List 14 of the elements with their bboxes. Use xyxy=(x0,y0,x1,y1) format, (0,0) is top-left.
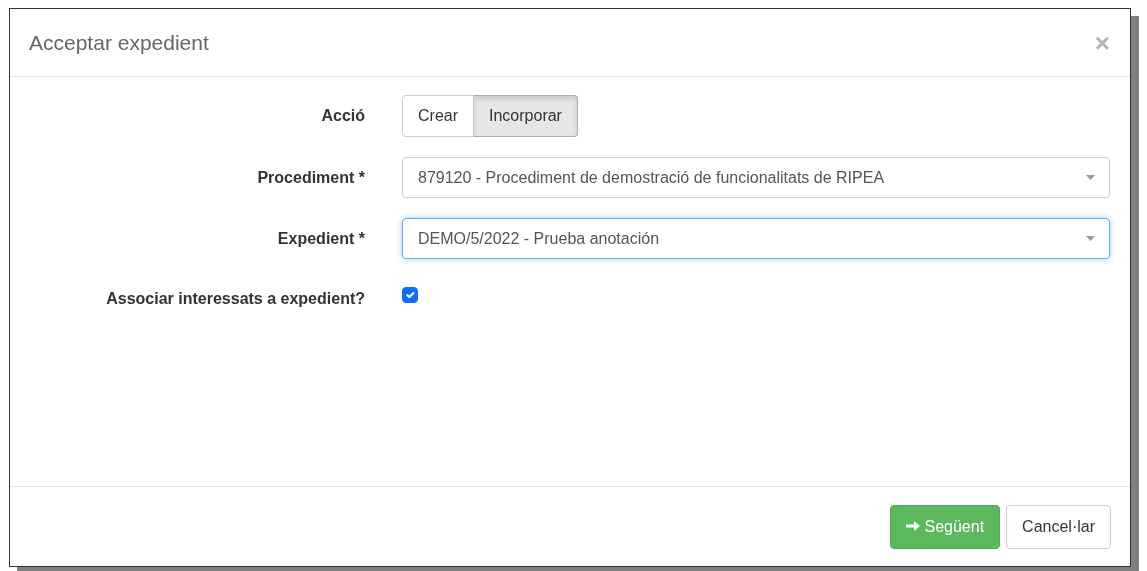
field-label: Acció xyxy=(320,106,365,126)
toggle-button[interactable]: Crear xyxy=(402,95,474,137)
checkbox[interactable] xyxy=(402,287,418,303)
select-field[interactable]: DEMO/5/2022 - Prueba anotación xyxy=(402,218,1110,259)
dialog-title: Acceptar expedient xyxy=(29,29,209,56)
field-label: Procediment * xyxy=(256,167,365,188)
toggle-button[interactable]: Incorporar xyxy=(474,95,578,137)
cancel-button[interactable]: Cancel·lar xyxy=(1006,504,1111,549)
select-field[interactable]: 879120 - Procediment de demostració de funcionalitats de RIPEA xyxy=(402,157,1110,198)
field-label: Associar interessats a expedient? xyxy=(105,289,365,309)
field-label: Expedient * xyxy=(276,228,365,249)
caret-icon xyxy=(1086,236,1095,241)
caret-icon xyxy=(1086,175,1095,180)
arrow-right-icon xyxy=(906,518,921,533)
